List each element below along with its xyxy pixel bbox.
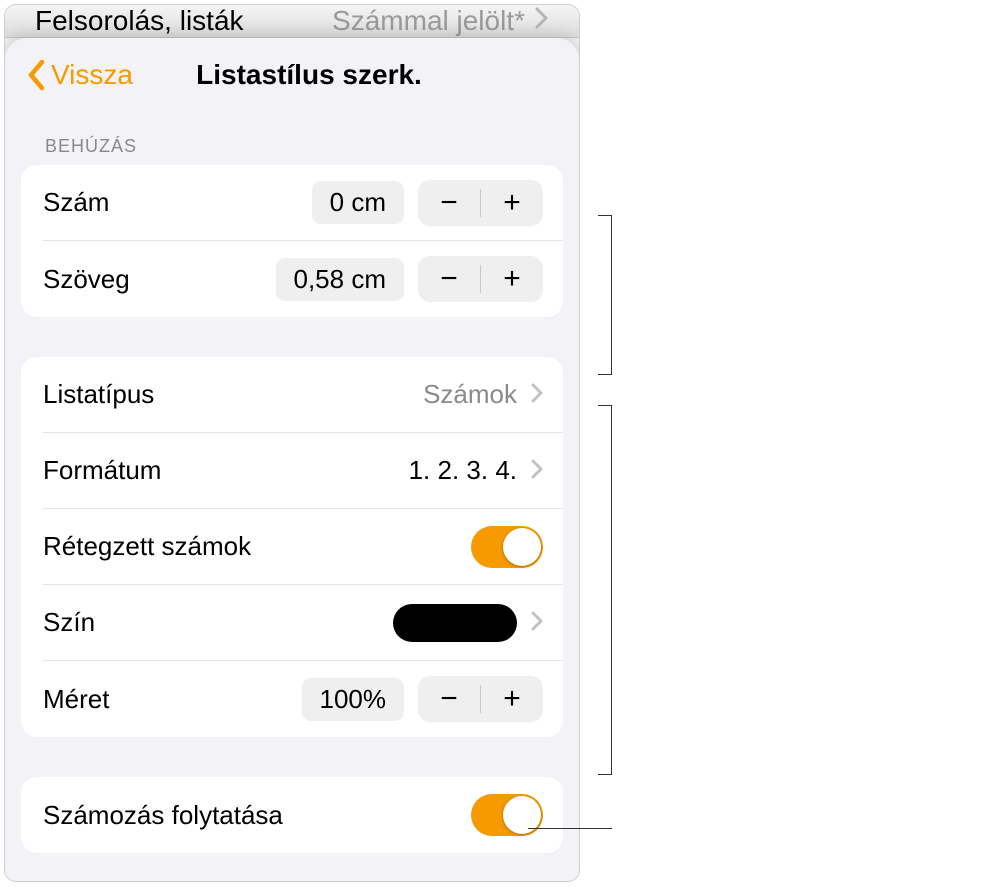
chevron-left-icon [25, 58, 49, 92]
callout-bracket-indent [598, 215, 612, 375]
row-label: Formátum [43, 455, 409, 486]
row-tiered-numbers: Rétegzett számok [43, 509, 563, 585]
row-label: Számozás folytatása [43, 800, 471, 831]
panel-content: BEHÚZÁS Szám 0 cm − + Szöveg 0,58 cm [5, 104, 579, 882]
size-decrement[interactable]: − [418, 676, 480, 722]
text-indent-stepper: − + [418, 256, 543, 302]
panel-navbar: Vissza Listastílus szerk. [5, 38, 579, 104]
row-number-indent: Szám 0 cm − + [43, 165, 563, 241]
panel-title: Listastílus szerk. [63, 59, 555, 91]
breadcrumb-bar: Felsorolás, listák Számmal jelölt* [5, 5, 579, 38]
row-color[interactable]: Szín [43, 585, 563, 661]
list-type-value: Számok [423, 379, 517, 410]
row-label: Rétegzett számok [43, 531, 471, 562]
format-value: 1. 2. 3. 4. [409, 455, 517, 486]
row-label: Szín [43, 607, 393, 638]
chevron-right-icon [531, 379, 543, 410]
breadcrumb-current-text: Számmal jelölt* [332, 5, 525, 37]
settings-popover: Felsorolás, listák Számmal jelölt* Vissz… [4, 4, 580, 882]
callout-bracket-format [598, 405, 612, 775]
callout-line-continue [528, 828, 612, 829]
size-increment[interactable]: + [481, 676, 543, 722]
row-continue-numbering: Számozás folytatása [43, 777, 563, 853]
row-label: Szöveg [43, 264, 276, 295]
chevron-right-icon [535, 7, 549, 36]
size-value[interactable]: 100% [302, 678, 405, 721]
breadcrumb-category[interactable]: Felsorolás, listák [35, 5, 332, 37]
continue-numbering-toggle[interactable] [471, 794, 543, 836]
number-indent-increment[interactable]: + [481, 180, 543, 226]
continue-card: Számozás folytatása [21, 777, 563, 853]
row-label: Méret [43, 684, 302, 715]
number-indent-decrement[interactable]: − [418, 180, 480, 226]
tiered-numbers-toggle[interactable] [471, 526, 543, 568]
row-list-type[interactable]: Listatípus Számok [43, 357, 563, 433]
row-text-indent: Szöveg 0,58 cm − + [43, 241, 563, 317]
row-label: Szám [43, 187, 312, 218]
text-indent-value[interactable]: 0,58 cm [276, 258, 405, 301]
breadcrumb-current[interactable]: Számmal jelölt* [332, 5, 549, 37]
row-format[interactable]: Formátum 1. 2. 3. 4. [43, 433, 563, 509]
row-size: Méret 100% − + [43, 661, 563, 737]
text-indent-decrement[interactable]: − [418, 256, 480, 302]
edit-list-style-panel: Vissza Listastílus szerk. BEHÚZÁS Szám 0… [5, 38, 579, 882]
number-indent-stepper: − + [418, 180, 543, 226]
chevron-right-icon [531, 607, 543, 638]
section-header-indent: BEHÚZÁS [21, 114, 563, 165]
color-swatch [393, 604, 517, 642]
chevron-right-icon [531, 455, 543, 486]
row-label: Listatípus [43, 379, 423, 410]
number-indent-value[interactable]: 0 cm [312, 181, 404, 224]
text-indent-increment[interactable]: + [481, 256, 543, 302]
format-card: Listatípus Számok Formátum 1. 2. 3. 4. [21, 357, 563, 737]
size-stepper: − + [418, 676, 543, 722]
indent-card: Szám 0 cm − + Szöveg 0,58 cm − [21, 165, 563, 317]
